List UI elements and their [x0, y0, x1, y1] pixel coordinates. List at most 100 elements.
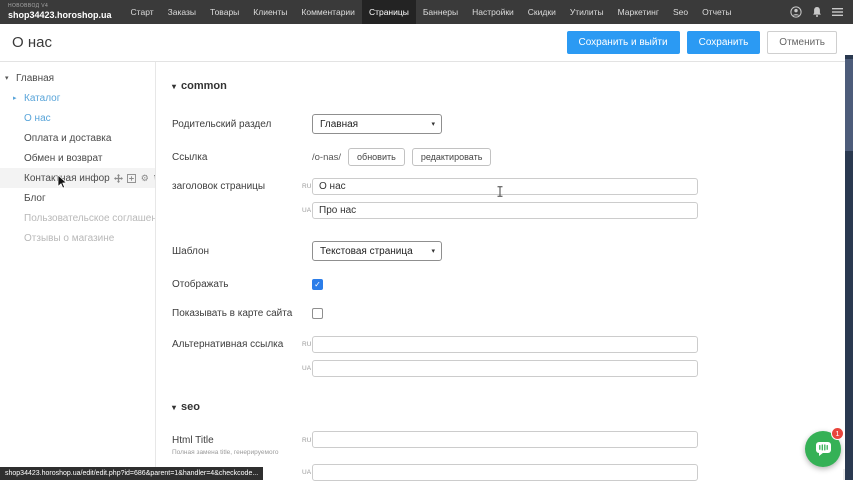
sidebar-item-payment-delivery[interactable]: Оплата и доставка	[0, 128, 155, 148]
pages-tree-sidebar: ▾ Главная ▸ Каталог О нас Оплата и доста…	[0, 62, 156, 480]
sidebar-item-about[interactable]: О нас	[0, 108, 155, 128]
sitemap-label: Показывать в карте сайта	[172, 307, 302, 320]
bell-icon[interactable]	[811, 6, 823, 18]
display-checkbox[interactable]: ✓	[312, 279, 323, 290]
parent-section-select[interactable]: Главная ▾	[312, 114, 442, 134]
sidebar-item-label: Главная	[16, 73, 54, 84]
user-account-icon[interactable]	[790, 6, 802, 18]
nav-item-clients[interactable]: Клиенты	[246, 0, 294, 24]
chat-unread-badge: 1	[831, 427, 844, 440]
link-label: Ссылка	[172, 151, 302, 164]
chevron-down-icon: ▾	[172, 82, 176, 91]
cancel-button[interactable]: Отменить	[767, 31, 837, 54]
sidebar-item-store-reviews[interactable]: Отзывы о магазине	[0, 228, 155, 248]
sitemap-row: Показывать в карте сайта	[172, 307, 845, 320]
parent-section-value: Главная	[320, 119, 358, 130]
parent-section-label: Родительский раздел	[172, 118, 302, 131]
brand[interactable]: НОВОВВОД V4 shop34423.horoshop.ua	[0, 0, 124, 24]
nav-item-marketing[interactable]: Маркетинг	[611, 0, 666, 24]
nav-item-pages[interactable]: Страницы	[362, 0, 416, 24]
template-row: Шаблон Текстовая страница ▾	[172, 241, 845, 261]
display-row: Отображать ✓	[172, 278, 845, 291]
browser-status-bar: shop34423.horoshop.ua/edit/edit.php?id=6…	[0, 467, 263, 480]
update-link-button[interactable]: обновить	[348, 148, 405, 166]
lang-tag-ru: RU	[302, 437, 312, 444]
top-bar: НОВОВВОД V4 shop34423.horoshop.ua Старт …	[0, 0, 853, 24]
gear-icon[interactable]: ⚙	[140, 173, 150, 183]
sidebar-item-blog[interactable]: Блог	[0, 188, 155, 208]
alt-link-ru-row: Альтернативная ссылка RU	[172, 336, 845, 353]
scrollbar-thumb[interactable]	[845, 59, 853, 151]
sidebar-item-home[interactable]: ▾ Главная	[0, 68, 155, 88]
html-title-ru-input[interactable]	[312, 431, 698, 448]
brand-domain: shop34423.horoshop.ua	[8, 10, 112, 20]
nav-item-products[interactable]: Товары	[203, 0, 246, 24]
lang-tag-ru: RU	[302, 183, 312, 190]
page-title-ua-row: UA	[172, 202, 845, 219]
html-title-hint: Полная замена title, генерируемого	[172, 449, 302, 457]
html-title-label: Html Title	[172, 434, 302, 447]
topbar-icons	[790, 0, 853, 24]
sidebar-item-label: Пользовательское соглашение	[24, 213, 155, 224]
template-label: Шаблон	[172, 245, 302, 258]
add-page-icon[interactable]	[127, 173, 137, 183]
sidebar-item-user-agreement[interactable]: Пользовательское соглашение	[0, 208, 155, 228]
move-icon[interactable]	[114, 173, 124, 183]
chevron-down-icon: ▾	[172, 403, 176, 412]
sitemap-checkbox[interactable]	[312, 308, 323, 319]
chevron-down-icon: ▾	[5, 74, 14, 82]
template-value: Текстовая страница	[320, 246, 413, 257]
sidebar-item-label: Отзывы о магазине	[24, 233, 114, 244]
save-button[interactable]: Сохранить	[687, 31, 761, 54]
header-buttons: Сохранить и выйти Сохранить Отменить	[567, 31, 838, 54]
main-content: ▾ common Родительский раздел Главная ▾ С…	[157, 62, 845, 480]
trash-icon[interactable]	[153, 173, 155, 183]
vertical-scrollbar[interactable]	[845, 55, 853, 480]
sidebar-item-contact-info[interactable]: Контактная инфор ⚙	[0, 168, 155, 188]
link-value: /o-nas/	[312, 152, 341, 163]
sidebar-item-label: Контактная инфор	[24, 173, 110, 184]
nav-item-start[interactable]: Старт	[124, 0, 161, 24]
page-header: О нас Сохранить и выйти Сохранить Отмени…	[0, 24, 845, 62]
menu-hamburger-icon[interactable]	[832, 7, 843, 17]
nav-item-reports[interactable]: Отчеты	[695, 0, 738, 24]
page-title-ua-input[interactable]	[312, 202, 698, 219]
html-title-ru-row: Html Title Полная замена title, генериру…	[172, 431, 845, 457]
section-seo-label: seo	[181, 401, 200, 413]
sidebar-item-label: Каталог	[24, 93, 60, 104]
nav-item-orders[interactable]: Заказы	[161, 0, 203, 24]
nav-item-discounts[interactable]: Скидки	[521, 0, 563, 24]
chevron-down-icon: ▾	[431, 247, 435, 255]
sidebar-item-catalog[interactable]: ▸ Каталог	[0, 88, 155, 108]
alt-link-label: Альтернативная ссылка	[172, 338, 302, 351]
parent-section-row: Родительский раздел Главная ▾	[172, 114, 845, 134]
nav-item-banners[interactable]: Баннеры	[416, 0, 465, 24]
lang-tag-ua: UA	[302, 469, 312, 476]
page-title-ru-input[interactable]	[312, 178, 698, 195]
nav-item-settings[interactable]: Настройки	[465, 0, 521, 24]
html-title-label-block: Html Title Полная замена title, генериру…	[172, 434, 302, 457]
template-select[interactable]: Текстовая страница ▾	[312, 241, 442, 261]
status-url: shop34423.horoshop.ua/edit/edit.php?id=6…	[5, 470, 258, 477]
lang-tag-ru: RU	[302, 341, 312, 348]
section-common-label: common	[181, 80, 227, 92]
sidebar-item-label: О нас	[24, 113, 51, 124]
link-row: Ссылка /o-nas/ обновить редактировать	[172, 148, 845, 166]
top-nav: Старт Заказы Товары Клиенты Комментарии …	[124, 0, 739, 24]
tree-row-actions: ⚙	[114, 173, 155, 183]
display-label: Отображать	[172, 278, 302, 291]
nav-item-utilities[interactable]: Утилиты	[563, 0, 611, 24]
section-common[interactable]: ▾ common	[172, 80, 845, 92]
nav-item-seo[interactable]: Seo	[666, 0, 695, 24]
chevron-right-icon: ▸	[13, 94, 22, 102]
save-and-exit-button[interactable]: Сохранить и выйти	[567, 31, 680, 54]
alt-link-ru-input[interactable]	[312, 336, 698, 353]
edit-link-button[interactable]: редактировать	[412, 148, 492, 166]
sidebar-item-exchange-return[interactable]: Обмен и возврат	[0, 148, 155, 168]
alt-link-ua-input[interactable]	[312, 360, 698, 377]
html-title-ua-input[interactable]	[312, 464, 698, 481]
chat-widget-button[interactable]: 1	[805, 431, 841, 467]
lang-tag-ua: UA	[302, 365, 312, 372]
section-seo[interactable]: ▾ seo	[172, 401, 845, 413]
nav-item-comments[interactable]: Комментарии	[294, 0, 362, 24]
